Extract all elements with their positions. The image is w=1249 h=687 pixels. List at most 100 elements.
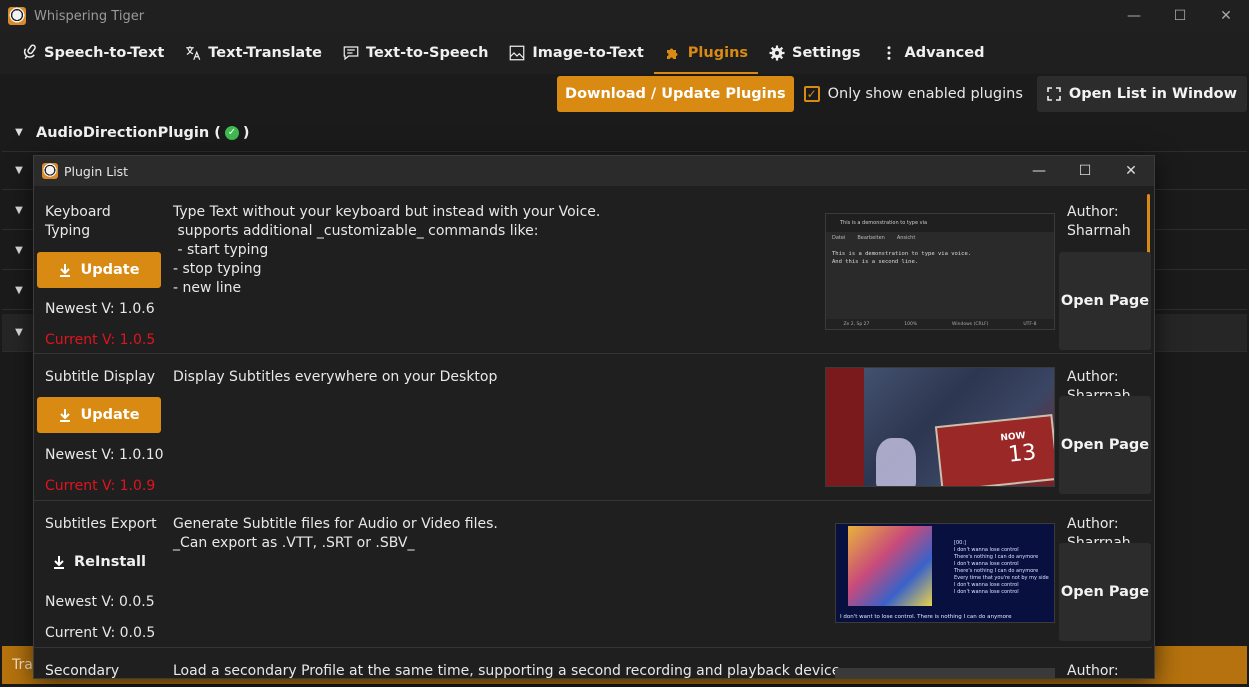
expand-icon (1047, 87, 1061, 101)
close-button[interactable]: ✕ (1203, 0, 1249, 32)
plugin-description: Load a secondary Profile at the same tim… (173, 663, 841, 679)
plugin-name: Secondary (45, 663, 120, 679)
only-enabled-label: Only show enabled plugins (827, 86, 1023, 102)
only-enabled-checkbox[interactable]: ✓ (803, 86, 820, 102)
tab-label: Settings (792, 45, 861, 61)
thumb-menu-item: Bearbeiten (857, 235, 885, 241)
only-enabled-toggle[interactable]: ✓ Only show enabled plugins (803, 86, 1023, 102)
open-page-button[interactable]: Open Page (1059, 543, 1151, 641)
tab-advanced[interactable]: Advanced (870, 32, 994, 74)
caret-down-icon[interactable]: ▼ (2, 285, 36, 296)
newest-version: Newest V: 1.0.10 (45, 447, 164, 463)
subtitle-line: [00:] (954, 540, 966, 546)
bottom-status-text: Tra (12, 657, 33, 673)
tab-image-to-text[interactable]: Image-to-Text (498, 32, 653, 74)
sign-board: NOW 13 (934, 414, 1054, 486)
plugin-entry-subtitles-export: Subtitles Export ReInstall Newest V: 0.0… (34, 501, 1152, 648)
newest-version: Newest V: 1.0.6 (45, 301, 155, 317)
tab-label: Text-to-Speech (365, 45, 489, 61)
plugin-description: Display Subtitles everywhere on your Des… (173, 369, 498, 385)
window-titlebar: Whispering Tiger — ☐ ✕ (0, 0, 1249, 32)
thumb-menu-item: Datei (832, 235, 846, 241)
download-icon (60, 409, 71, 422)
subtitle-line: I don't wanna lose control (954, 547, 1019, 553)
subtitle-line: I don't wanna lose control (954, 589, 1019, 595)
image-text-icon (510, 45, 525, 61)
tab-text-to-speech[interactable]: Text-to-Speech (332, 32, 498, 74)
subtitle-lines: [00:] I don't wanna lose control There's… (954, 540, 1049, 596)
app-title: Whispering Tiger (34, 8, 145, 24)
caret-down-icon[interactable]: ▼ (2, 127, 36, 138)
main-tabbar: Speech-to-Text Text-Translate Text-to-Sp… (0, 32, 1249, 74)
plugin-name: Subtitle Display (45, 369, 156, 385)
thumb-tab: This is a demonstration to type via (826, 214, 1054, 232)
thumb-menu: Datei Bearbeiten Ansicht (826, 232, 1054, 244)
caret-down-icon[interactable]: ▼ (2, 205, 36, 216)
tab-text-translate[interactable]: Text-Translate (174, 32, 332, 74)
plugin-author: Author: Sharrnah (1067, 204, 1131, 239)
plugin-description: Generate Subtitle files for Audio or Vid… (173, 516, 498, 551)
caret-down-icon[interactable]: ▼ (2, 327, 36, 338)
tab-label: Image-to-Text (532, 45, 644, 61)
maximize-button[interactable]: ☐ (1157, 0, 1203, 32)
popup-maximize-button[interactable]: ☐ (1062, 156, 1108, 186)
update-label: Update (80, 262, 140, 278)
plugin-name: Keyboard Typing (45, 204, 111, 239)
plugin-list-window: Plugin List — ☐ ✕ Keyboard Typing Update… (33, 155, 1155, 679)
thumb-status-item: UTF-8 (1023, 321, 1037, 327)
plugin-author: Author: (1067, 663, 1119, 679)
newest-version: Newest V: 0.0.5 (45, 594, 155, 610)
sign-number: 13 (1006, 439, 1038, 468)
caret-down-icon[interactable]: ▼ (2, 165, 36, 176)
plugin-title-close: ) (242, 124, 250, 141)
popup-close-button[interactable]: ✕ (1108, 156, 1154, 186)
tab-speech-to-text[interactable]: Speech-to-Text (10, 32, 174, 74)
popup-title: Plugin List (64, 163, 129, 179)
plugin-screenshot: NOW 13 (825, 367, 1055, 487)
tab-settings[interactable]: Settings (758, 32, 870, 74)
popup-window-controls: — ☐ ✕ (1016, 156, 1154, 186)
thumb-menu-item: Ansicht (896, 235, 916, 241)
caret-down-icon[interactable]: ▼ (2, 245, 36, 256)
subtitle-line: There's nothing I can do anymore (954, 568, 1039, 574)
subtitle-line: I don't wanna lose control (954, 561, 1019, 567)
plugin-row-audiodirection[interactable]: ▼ AudioDirectionPlugin ( ✓ ) (2, 114, 1247, 152)
current-version: Current V: 1.0.9 (45, 478, 156, 494)
update-label: Update (80, 407, 140, 423)
current-version: Current V: 1.0.5 (45, 332, 156, 348)
subtitle-caption: I don't want to lose control. There is n… (840, 614, 1012, 620)
plugin-description: Type Text without your keyboard but inst… (173, 204, 601, 296)
open-list-in-window-button[interactable]: Open List in Window (1036, 76, 1247, 112)
update-button[interactable]: Update (37, 252, 161, 288)
translate-icon (186, 46, 201, 60)
minimize-button[interactable]: — (1111, 0, 1157, 32)
open-page-button[interactable]: Open Page (1059, 252, 1151, 350)
tab-plugins[interactable]: Plugins (653, 32, 759, 74)
plugin-entry-secondary: Secondary Load a secondary Profile at th… (34, 648, 1152, 679)
curtain-shape (826, 368, 864, 486)
subtitle-line: There's nothing I can do anymore (954, 554, 1039, 560)
reinstall-button[interactable]: ReInstall (37, 544, 161, 580)
popup-minimize-button[interactable]: — (1016, 156, 1062, 186)
plugin-title-text: AudioDirectionPlugin ( (36, 124, 221, 141)
plugin-title: AudioDirectionPlugin ( ✓ ) (36, 125, 250, 141)
thumb-status-item: 100% (904, 321, 918, 327)
thumb-status-item: Ze 2, Sp 27 (843, 321, 870, 327)
gear-icon (769, 45, 785, 61)
open-page-button[interactable]: Open Page (1059, 396, 1151, 494)
microphone-icon (23, 44, 36, 59)
subtitle-line: Every time that you're not by my side (954, 575, 1049, 581)
tiger-logo-icon (42, 163, 58, 179)
more-vertical-icon (887, 46, 891, 60)
popup-titlebar: Plugin List — ☐ ✕ (34, 156, 1154, 186)
plugin-screenshot (835, 668, 1055, 678)
puzzle-icon (666, 48, 678, 59)
thumb-status-item: Windows (CRLF) (952, 321, 989, 327)
plugin-list[interactable]: Keyboard Typing Update Newest V: 1.0.6 C… (34, 186, 1154, 679)
subtitle-line: I don't wanna lose control (954, 582, 1019, 588)
plugin-name: Subtitles Export (45, 516, 157, 532)
update-button[interactable]: Update (37, 397, 161, 433)
download-update-plugins-button[interactable]: Download / Update Plugins (557, 76, 794, 112)
thumb-status: Ze 2, Sp 27 100% Windows (CRLF) UTF-8 (826, 319, 1054, 329)
plugin-entry-keyboard-typing: Keyboard Typing Update Newest V: 1.0.6 C… (34, 186, 1152, 354)
